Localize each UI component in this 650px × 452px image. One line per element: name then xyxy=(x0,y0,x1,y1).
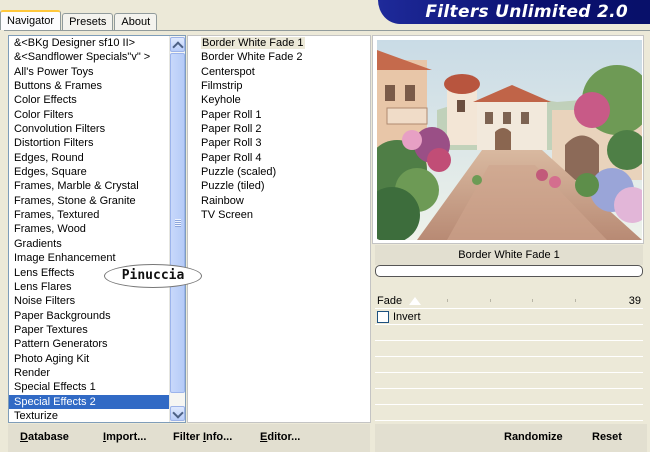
category-item[interactable]: Frames, Marble & Crystal xyxy=(9,179,171,193)
filter-item[interactable]: Centerspot xyxy=(188,65,370,79)
reset-button[interactable]: Reset xyxy=(592,431,622,443)
param-row-empty xyxy=(375,373,643,389)
category-item[interactable]: Color Effects xyxy=(9,93,171,107)
filter-info-button[interactable]: Filter Info... xyxy=(173,431,232,443)
scroll-thumb[interactable] xyxy=(170,53,185,393)
filter-item-label: Border White Fade 2 xyxy=(201,51,303,64)
fade-row: Fade 39 xyxy=(375,293,643,309)
filter-item-label: Centerspot xyxy=(201,65,255,78)
filter-item-label: Border White Fade 1 xyxy=(201,37,305,49)
category-item[interactable]: Photo Aging Kit xyxy=(9,352,171,366)
filter-item-label: Filmstrip xyxy=(201,80,243,93)
filter-item[interactable]: Filmstrip xyxy=(188,79,370,93)
filter-item-label: Paper Roll 1 xyxy=(201,108,262,121)
filter-item-label: Puzzle (scaled) xyxy=(201,166,277,179)
parameter-area: Fade 39 Invert xyxy=(375,293,643,421)
category-item[interactable]: Edges, Round xyxy=(9,151,171,165)
filter-item[interactable]: Paper Roll 3 xyxy=(188,136,370,150)
slider-tick xyxy=(490,299,491,302)
preview-filter-name: Border White Fade 1 xyxy=(375,245,643,265)
filter-item[interactable]: Paper Roll 2 xyxy=(188,122,370,136)
category-list[interactable]: &<BKg Designer sf10 II> &<Sandflower Spec… xyxy=(8,35,186,423)
scroll-up-button[interactable] xyxy=(170,37,185,52)
filter-list[interactable]: Border White Fade 1 Border White Fade 2 Ce… xyxy=(187,35,371,423)
filter-item[interactable]: Keyhole xyxy=(188,93,370,107)
scroll-grip-icon xyxy=(175,219,181,227)
category-item[interactable]: Buttons & Frames xyxy=(9,79,171,93)
category-item[interactable]: Convolution Filters xyxy=(9,122,171,136)
filter-item-label: Paper Roll 4 xyxy=(201,151,262,164)
param-row-empty xyxy=(375,341,643,357)
filter-item-label: TV Screen xyxy=(201,209,253,222)
slider-tick xyxy=(447,299,448,302)
category-item[interactable]: &<Sandflower Specials"v" > xyxy=(9,50,171,64)
filter-item-label: Paper Roll 3 xyxy=(201,137,262,150)
param-row-empty xyxy=(375,389,643,405)
category-item[interactable]: Distortion Filters xyxy=(9,136,171,150)
category-item[interactable]: Paper Textures xyxy=(9,323,171,337)
preview-panel xyxy=(372,35,644,244)
invert-checkbox[interactable] xyxy=(377,311,389,323)
filter-item-label: Rainbow xyxy=(201,194,244,207)
fade-slider[interactable] xyxy=(405,297,613,305)
filter-item[interactable]: Border White Fade 2 xyxy=(188,50,370,64)
category-item[interactable]: Noise Filters xyxy=(9,294,171,308)
tab-navigator[interactable]: Navigator xyxy=(0,10,62,30)
filter-item[interactable]: TV Screen xyxy=(188,208,370,222)
bottom-toolbar-right: Randomize Reset xyxy=(375,424,647,452)
category-item[interactable]: All's Power Toys xyxy=(9,65,171,79)
filter-item[interactable]: Paper Roll 1 xyxy=(188,108,370,122)
param-row-empty xyxy=(375,325,643,341)
tab-strip: Navigator Presets About xyxy=(0,10,158,30)
category-item[interactable]: Frames, Wood xyxy=(9,222,171,236)
filter-item[interactable]: Border White Fade 1 xyxy=(188,36,370,50)
title-banner: Filters Unlimited 2.0 xyxy=(378,0,650,24)
category-items: &<BKg Designer sf10 II> &<Sandflower Spec… xyxy=(9,36,171,422)
category-item[interactable]: Render xyxy=(9,366,171,380)
category-item[interactable]: Frames, Textured xyxy=(9,208,171,222)
filter-item-label: Keyhole xyxy=(201,94,241,107)
fade-value: 39 xyxy=(628,295,641,307)
editor-button[interactable]: Editor... xyxy=(260,431,300,443)
category-item[interactable]: Special Effects 2 xyxy=(9,394,171,409)
param-row-empty xyxy=(375,405,643,421)
tab-presets[interactable]: Presets xyxy=(62,13,114,30)
category-item[interactable]: Edges, Square xyxy=(9,165,171,179)
filter-item-label: Paper Roll 2 xyxy=(201,123,262,136)
category-item[interactable]: Special Effects 1 xyxy=(9,380,171,394)
progress-bar xyxy=(375,265,643,277)
watermark: Pinuccia xyxy=(104,264,202,288)
category-item[interactable]: Color Filters xyxy=(9,108,171,122)
param-row-empty xyxy=(375,357,643,373)
tab-about[interactable]: About xyxy=(114,13,158,30)
category-item[interactable]: Gradients xyxy=(9,237,171,251)
category-item[interactable]: Paper Backgrounds xyxy=(9,309,171,323)
randomize-button[interactable]: Randomize xyxy=(504,431,563,443)
filter-item[interactable]: Paper Roll 4 xyxy=(188,151,370,165)
invert-label[interactable]: Invert xyxy=(393,311,421,323)
filter-item-label: Puzzle (tiled) xyxy=(201,180,265,193)
fade-slider-thumb[interactable] xyxy=(409,297,421,305)
category-scrollbar[interactable] xyxy=(169,36,185,422)
filter-item[interactable]: Rainbow xyxy=(188,194,370,208)
app-title: Filters Unlimited 2.0 xyxy=(425,2,628,22)
bottom-toolbar-left: Database Import... Filter Info... Editor… xyxy=(8,424,370,452)
filter-item[interactable]: Puzzle (tiled) xyxy=(188,179,370,193)
category-item[interactable]: &<BKg Designer sf10 II> xyxy=(9,36,171,50)
category-item[interactable]: Texturize xyxy=(9,409,171,422)
slider-tick xyxy=(575,299,576,302)
slider-tick xyxy=(532,299,533,302)
scroll-down-button[interactable] xyxy=(170,406,185,421)
filter-item[interactable]: Puzzle (scaled) xyxy=(188,165,370,179)
category-item[interactable]: Pattern Generators xyxy=(9,337,171,351)
database-button[interactable]: Database xyxy=(20,431,69,443)
import-button[interactable]: Import... xyxy=(103,431,146,443)
preview-image xyxy=(377,40,642,240)
fade-label: Fade xyxy=(377,295,403,307)
invert-row: Invert xyxy=(375,309,643,325)
category-item[interactable]: Frames, Stone & Granite xyxy=(9,194,171,208)
